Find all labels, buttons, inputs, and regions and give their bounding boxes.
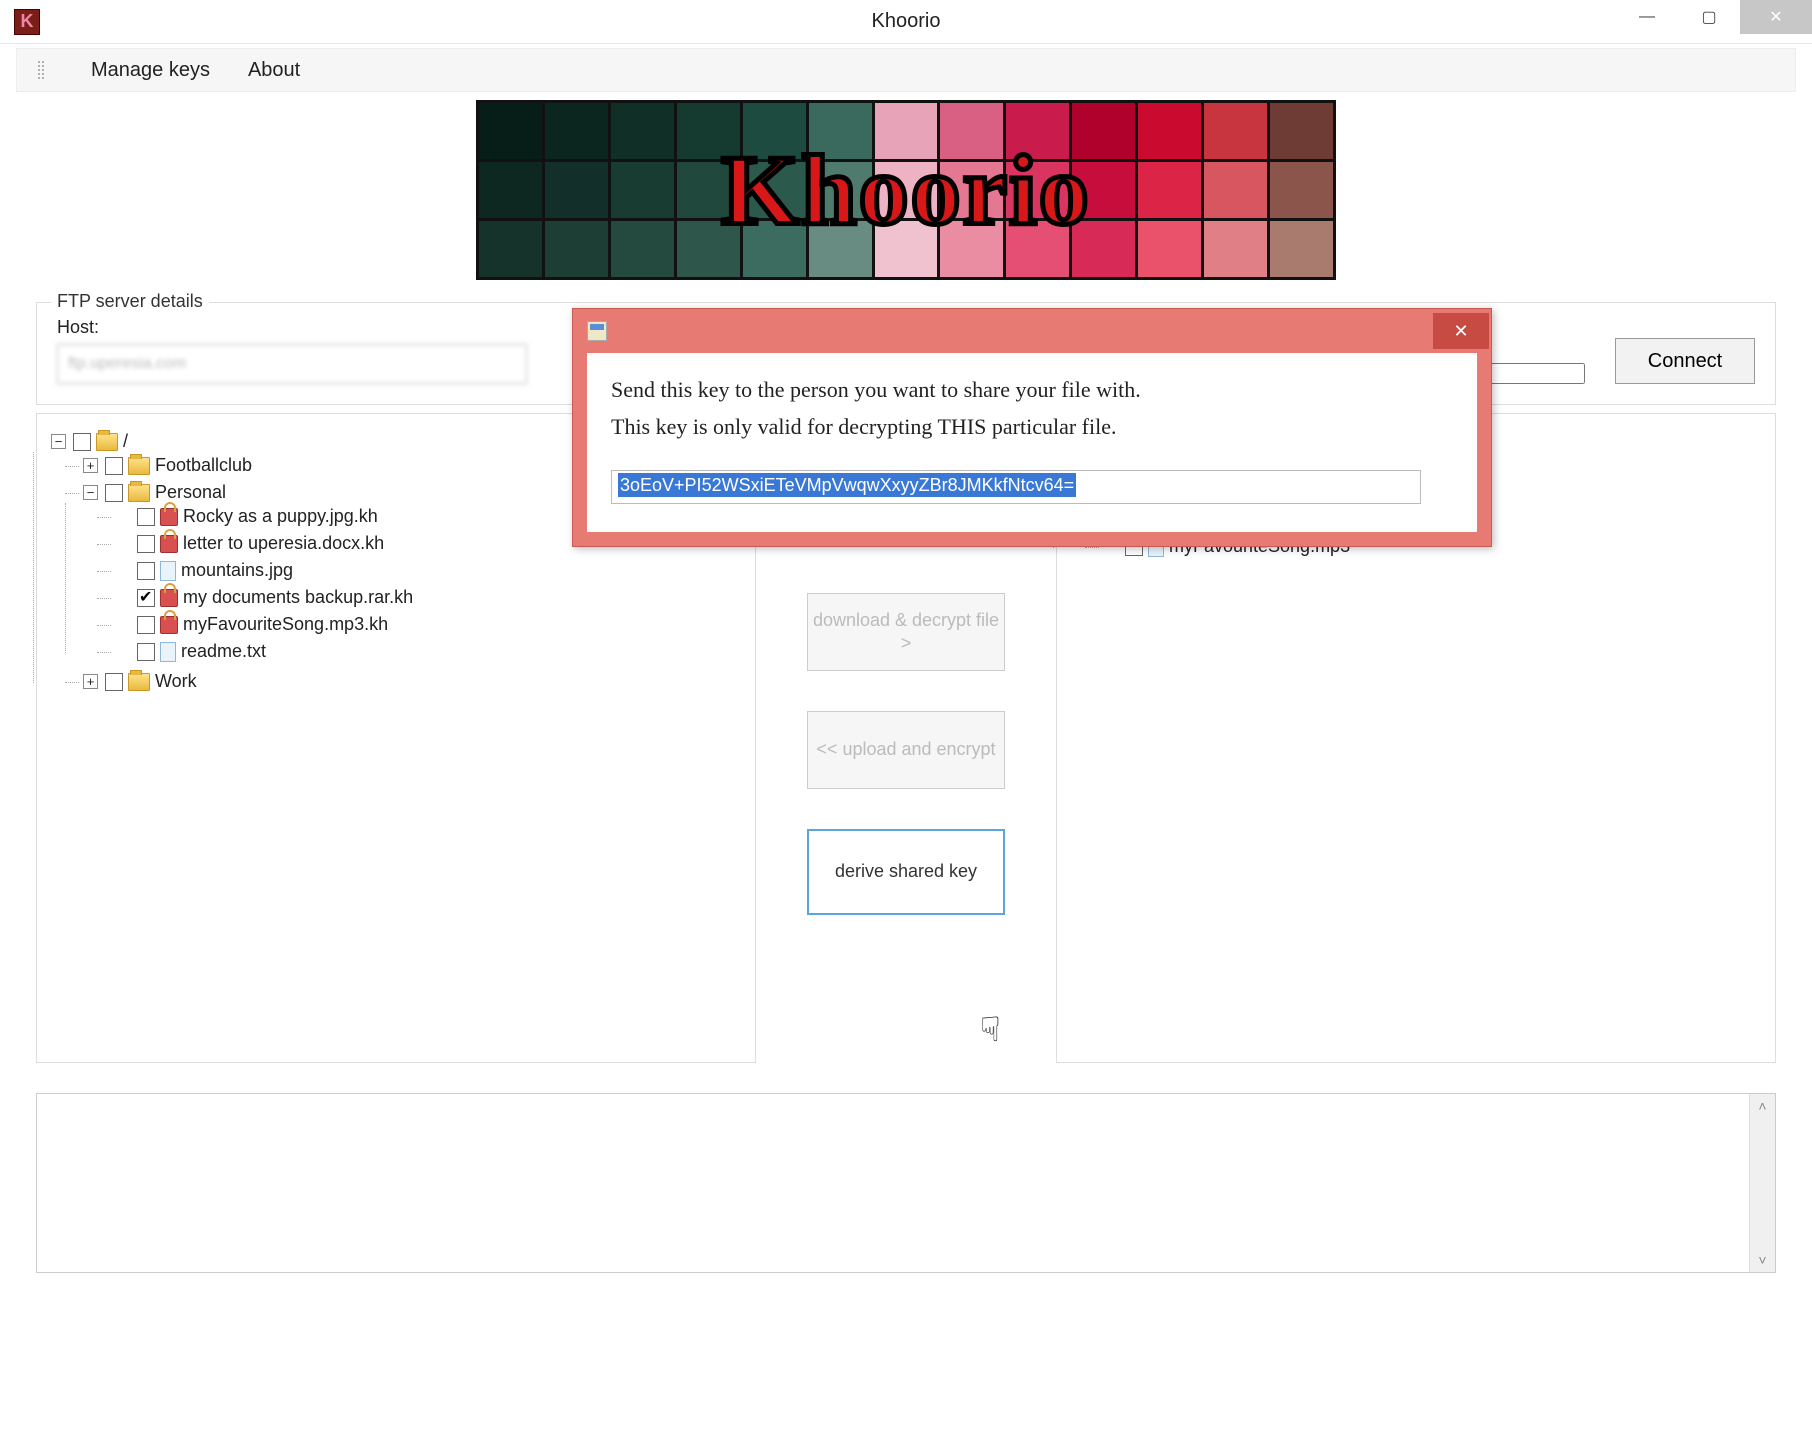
expander-spacer — [115, 536, 130, 551]
dialog-close-button[interactable]: ✕ — [1433, 313, 1489, 349]
shared-key-value: 3oEoV+PI52WSxiETeVMpVwqwXxyyZBr8JMKkfNtc… — [618, 473, 1076, 497]
expander-icon[interactable]: + — [83, 458, 98, 473]
host-input[interactable] — [57, 344, 527, 384]
app-icon: K — [14, 9, 40, 35]
banner-swatch — [1204, 221, 1267, 277]
tree-row[interactable]: + Work — [83, 671, 741, 692]
banner-swatch — [479, 221, 542, 277]
minimize-button[interactable]: — — [1616, 0, 1678, 34]
tree-label: my documents backup.rar.kh — [183, 587, 413, 608]
folder-icon — [128, 673, 150, 691]
banner-swatch — [479, 103, 542, 159]
banner-swatch — [611, 221, 674, 277]
expander-icon[interactable]: − — [83, 485, 98, 500]
tree-checkbox[interactable] — [137, 589, 155, 607]
expander-spacer — [115, 617, 130, 632]
log-scrollbar[interactable]: ˄ ˅ — [1749, 1094, 1775, 1272]
tree-checkbox[interactable] — [137, 643, 155, 661]
dialog-text-line1: Send this key to the person you want to … — [611, 371, 1453, 408]
menu-bar: Manage keys About — [16, 48, 1796, 92]
banner-swatch — [1138, 162, 1201, 218]
derive-shared-key-button[interactable]: derive shared key — [807, 829, 1005, 915]
scroll-up-icon[interactable]: ˄ — [1758, 1098, 1766, 1114]
log-textarea[interactable]: ˄ ˅ — [36, 1093, 1776, 1273]
tree-checkbox[interactable] — [105, 457, 123, 475]
tree-checkbox[interactable] — [137, 535, 155, 553]
dialog-body: Send this key to the person you want to … — [587, 353, 1477, 532]
tree-label: myFavouriteSong.mp3.kh — [183, 614, 388, 635]
dialog-title-bar[interactable]: ✕ — [573, 309, 1491, 353]
lock-icon — [160, 589, 178, 607]
expander-icon[interactable]: − — [51, 434, 66, 449]
host-label: Host: — [57, 317, 527, 338]
scroll-down-icon[interactable]: ˅ — [1758, 1252, 1766, 1268]
expander-spacer — [115, 590, 130, 605]
dialog-text-line2: This key is only valid for decrypting TH… — [611, 408, 1453, 445]
expander-icon[interactable]: + — [83, 674, 98, 689]
file-icon — [160, 561, 176, 581]
menu-manage-keys[interactable]: Manage keys — [91, 59, 210, 82]
expander-spacer — [115, 563, 130, 578]
menu-about[interactable]: About — [248, 59, 300, 82]
host-field: Host: — [57, 317, 527, 384]
tree-row[interactable]: mountains.jpg — [115, 560, 741, 581]
tree-label: Rocky as a puppy.jpg.kh — [183, 506, 378, 527]
tree-row[interactable]: myFavouriteSong.mp3.kh — [115, 614, 741, 635]
tree-checkbox[interactable] — [105, 673, 123, 691]
tree-label: Work — [155, 671, 197, 692]
download-decrypt-button[interactable]: download & decrypt file > — [807, 593, 1005, 671]
window-controls: — ▢ ✕ — [1616, 0, 1812, 44]
tree-checkbox[interactable] — [73, 433, 91, 451]
tree-row[interactable]: readme.txt — [115, 641, 741, 662]
banner-swatch — [479, 162, 542, 218]
banner-swatch — [1204, 103, 1267, 159]
tree-checkbox[interactable] — [105, 484, 123, 502]
expander-spacer — [115, 509, 130, 524]
expander-spacer — [115, 644, 130, 659]
folder-icon — [128, 457, 150, 475]
banner-swatch — [611, 103, 674, 159]
tree-label: / — [123, 431, 128, 452]
banner-swatch — [545, 103, 608, 159]
banner-swatch — [1204, 162, 1267, 218]
tree-checkbox[interactable] — [137, 616, 155, 634]
folder-icon — [128, 484, 150, 502]
banner-swatch — [1270, 221, 1333, 277]
banner-swatch — [545, 221, 608, 277]
banner-logo: Khoorio — [476, 100, 1336, 280]
tree-label: Footballclub — [155, 455, 252, 476]
tree-checkbox[interactable] — [137, 562, 155, 580]
lock-icon — [160, 508, 178, 526]
banner-text: Khoorio — [721, 133, 1091, 248]
lock-icon — [160, 616, 178, 634]
tree-label: mountains.jpg — [181, 560, 293, 581]
tree-checkbox[interactable] — [137, 508, 155, 526]
toolbar-grip-icon — [37, 60, 45, 80]
window-title: Khoorio — [0, 10, 1812, 33]
close-button[interactable]: ✕ — [1740, 0, 1812, 34]
lock-icon — [160, 535, 178, 553]
dialog-icon — [587, 321, 607, 341]
title-bar: K Khoorio — ▢ ✕ — [0, 0, 1812, 44]
folder-icon — [96, 433, 118, 451]
maximize-button[interactable]: ▢ — [1678, 0, 1740, 34]
tree-label: Personal — [155, 482, 226, 503]
ftp-group-title: FTP server details — [51, 291, 209, 312]
connect-button[interactable]: Connect — [1615, 338, 1755, 384]
banner-swatch — [545, 162, 608, 218]
shared-key-dialog: ✕ Send this key to the person you want t… — [572, 308, 1492, 547]
banner-swatch — [611, 162, 674, 218]
banner-swatch — [1138, 221, 1201, 277]
banner-swatch — [1270, 162, 1333, 218]
banner-swatch — [1138, 103, 1201, 159]
banner-swatch — [1270, 103, 1333, 159]
file-icon — [160, 642, 176, 662]
tree-label: readme.txt — [181, 641, 266, 662]
tree-row[interactable]: my documents backup.rar.kh — [115, 587, 741, 608]
upload-encrypt-button[interactable]: << upload and encrypt — [807, 711, 1005, 789]
tree-label: letter to uperesia.docx.kh — [183, 533, 384, 554]
shared-key-input[interactable]: 3oEoV+PI52WSxiETeVMpVwqwXxyyZBr8JMKkfNtc… — [611, 470, 1421, 504]
banner-container: Khoorio — [0, 100, 1812, 280]
